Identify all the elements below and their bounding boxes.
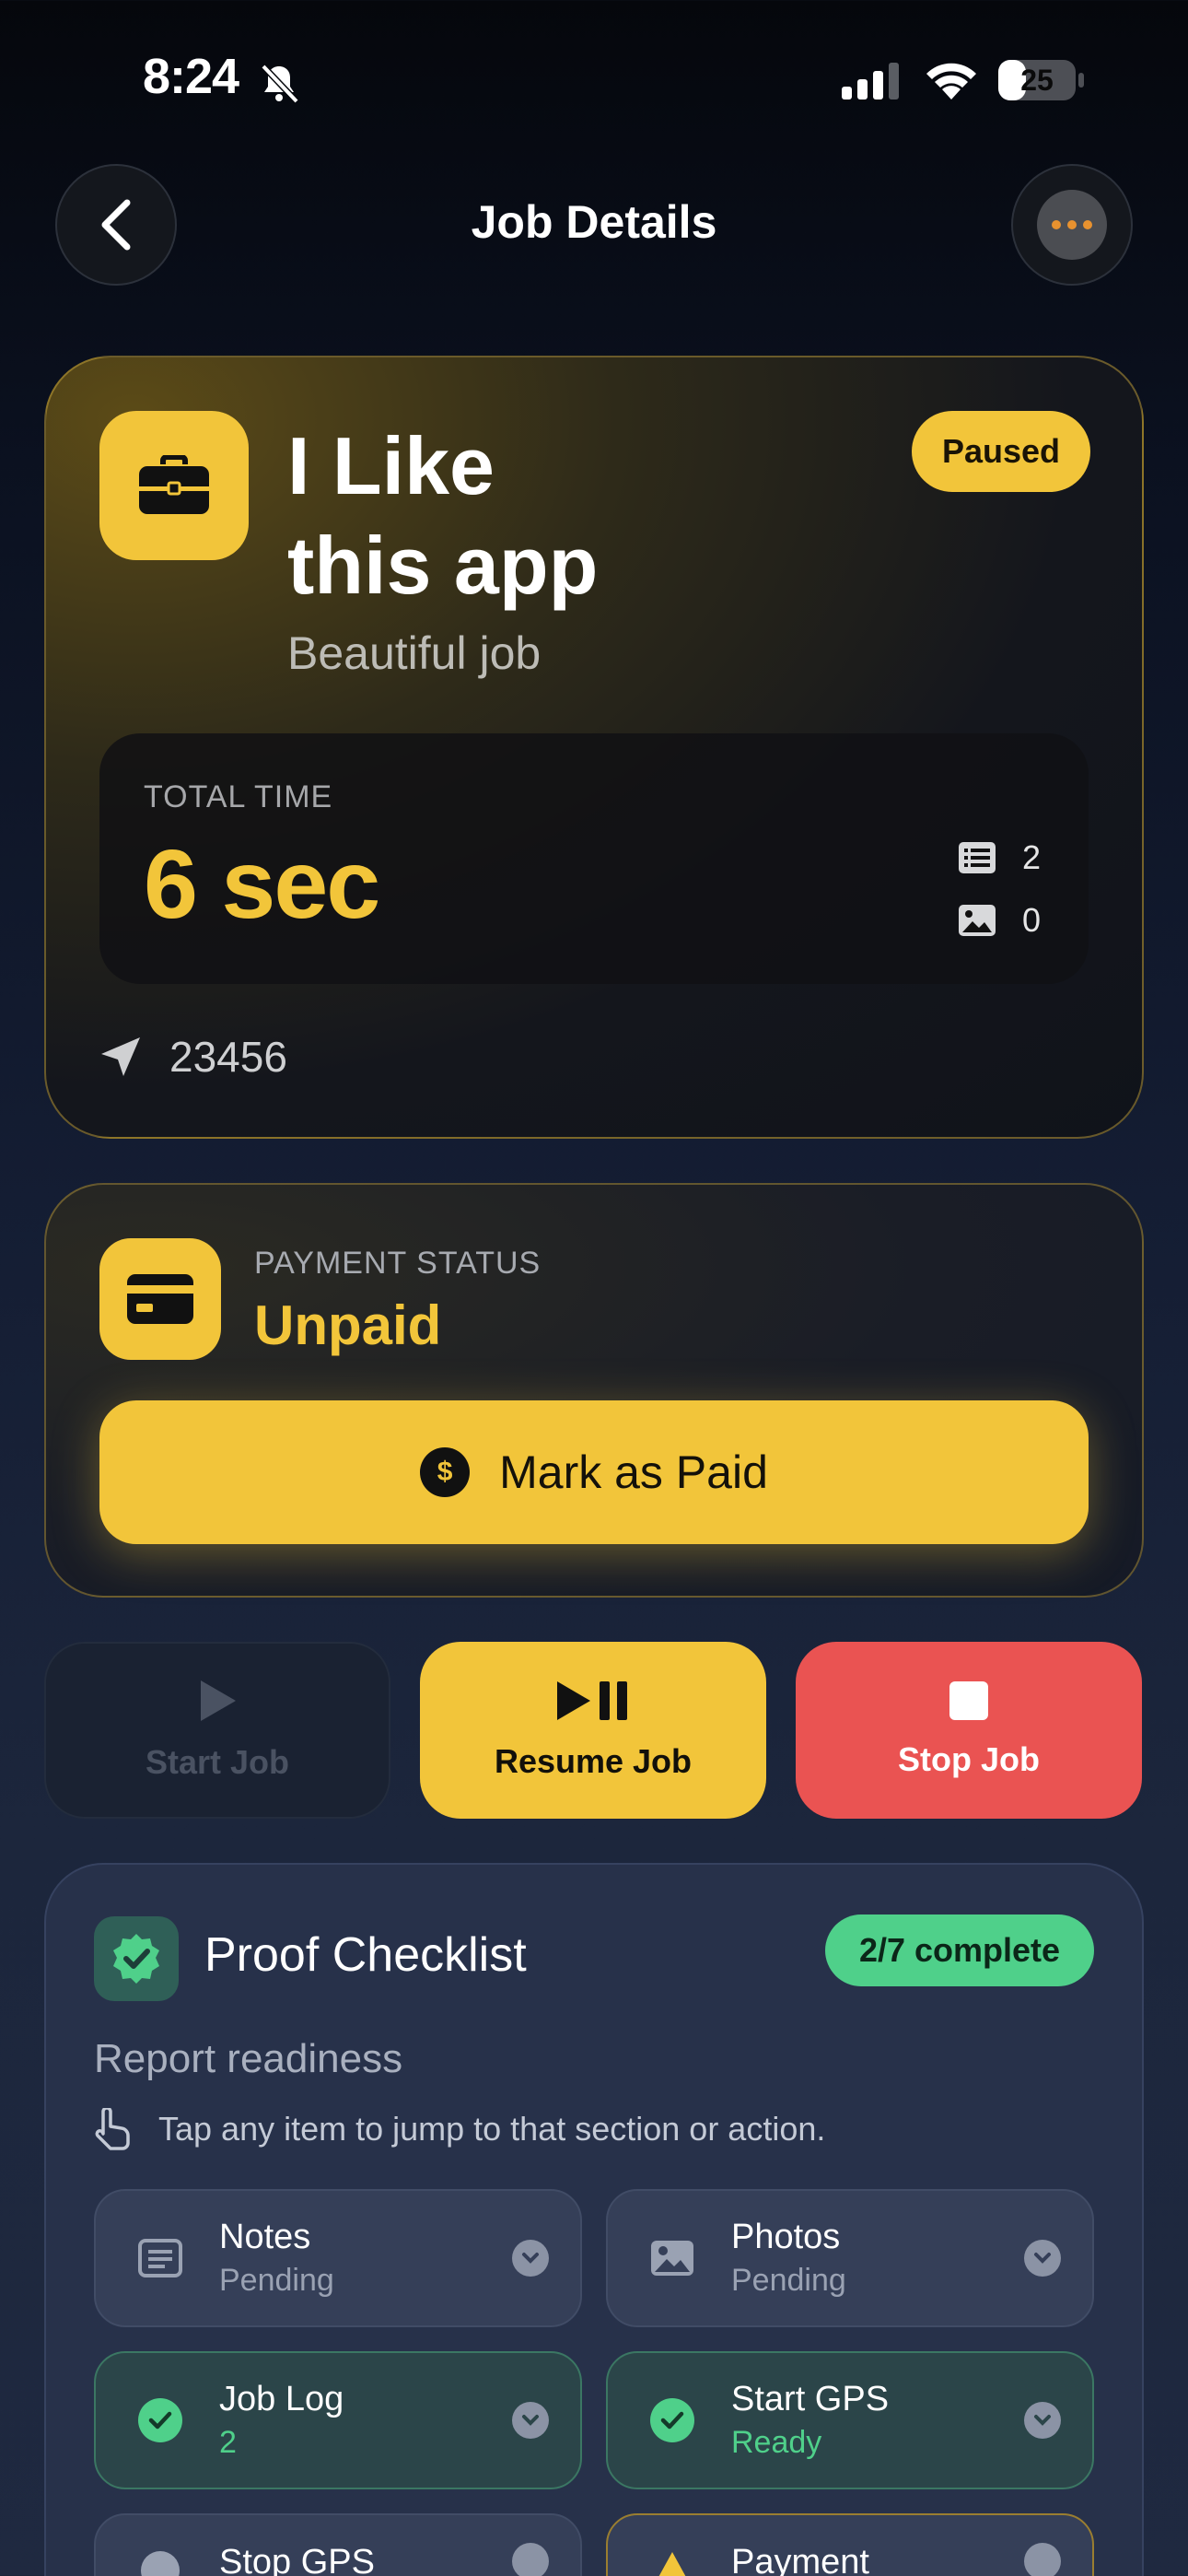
report-readiness-heading: Report readiness <box>94 2036 403 2081</box>
checklist-item-state: Pending <box>731 2263 846 2298</box>
job-subtitle: Beautiful job <box>287 627 542 679</box>
battery-level: 25 <box>1020 63 1054 97</box>
checklist-item-name: Start GPS <box>731 2380 890 2418</box>
checklist-hint-text: Tap any item to jump to that section or … <box>158 2110 826 2148</box>
checklist-item-name: Job Log <box>219 2380 344 2418</box>
dollar-coin-icon: $ <box>420 1447 471 1497</box>
checklist-item-name: Photos <box>731 2218 841 2256</box>
checklist-item-job-log[interactable]: Job Log 2 <box>94 2351 582 2489</box>
status-badge: Paused <box>912 411 1090 492</box>
warning-icon <box>645 2543 700 2576</box>
checklist-item-photos[interactable]: Photos Pending <box>606 2189 1094 2327</box>
photos-count: 0 <box>1022 901 1042 939</box>
job-icon-tile <box>99 411 249 560</box>
status-time: 8:24 <box>143 49 239 104</box>
more-options-button[interactable] <box>1011 164 1133 286</box>
job-title-line-2: this app <box>287 520 599 611</box>
chevron-down-icon <box>1024 2402 1061 2439</box>
resume-job-label: Resume Job <box>494 1742 693 1780</box>
checklist-item-start-gps[interactable]: Start GPS Ready <box>606 2351 1094 2489</box>
page-title: Job Details <box>471 196 717 248</box>
stop-job-button[interactable]: Stop Job <box>796 1642 1142 1819</box>
verified-badge-tile <box>94 1916 179 2001</box>
job-title: I Like this app <box>287 416 598 615</box>
start-job-button[interactable]: Start Job <box>44 1642 390 1819</box>
chevron-down-icon <box>1024 2240 1061 2277</box>
checklist-item-notes[interactable]: Notes Pending <box>94 2189 582 2327</box>
battery-indicator: 25 <box>997 59 1086 101</box>
location-row: 23456 <box>99 1032 287 1082</box>
notes-icon <box>133 2231 188 2286</box>
notes-list-icon <box>959 842 996 873</box>
chevron-down-icon <box>512 2543 549 2576</box>
photo-icon <box>959 905 996 936</box>
job-title-line-1: I Like <box>287 420 495 511</box>
stop-job-label: Stop Job <box>898 1740 1040 1778</box>
total-time-value: 6 sec <box>144 830 380 939</box>
check-icon <box>138 2398 182 2442</box>
checklist-item-state: 2 <box>219 2425 237 2460</box>
payment-status-label: PAYMENT STATUS <box>254 1246 542 1281</box>
checklist-hint: Tap any item to jump to that section or … <box>94 2108 825 2150</box>
checklist-item-stop-gps[interactable]: Stop GPS <box>94 2513 582 2576</box>
total-time-label: TOTAL TIME <box>144 779 333 814</box>
check-icon <box>650 2398 694 2442</box>
play-pause-icon <box>557 1681 627 1720</box>
photos-count-stat: 0 <box>958 901 1041 940</box>
chevron-down-icon <box>512 2240 549 2277</box>
cellular-signal-icon <box>842 63 899 100</box>
notes-count: 2 <box>1022 838 1042 876</box>
chevron-down-icon <box>512 2402 549 2439</box>
mark-as-paid-button[interactable]: $ Mark as Paid <box>99 1400 1089 1544</box>
verified-badge-icon <box>113 1934 159 1984</box>
stop-icon <box>949 1681 988 1720</box>
checklist-item-name: Notes <box>219 2218 311 2256</box>
checklist-title: Proof Checklist <box>204 1928 527 1982</box>
tap-hand-icon <box>95 2108 130 2150</box>
location-value: 23456 <box>169 1033 287 1081</box>
checklist-item-payment[interactable]: Payment <box>606 2513 1094 2576</box>
payment-status-value: Unpaid <box>254 1294 442 1356</box>
bell-muted-icon <box>261 64 299 104</box>
play-icon <box>201 1680 236 1721</box>
credit-card-icon <box>127 1274 193 1324</box>
photo-icon <box>645 2231 700 2286</box>
location-arrow-icon <box>101 1037 140 1076</box>
checklist-progress-badge: 2/7 complete <box>825 1914 1094 1986</box>
checklist-item-name: Payment <box>731 2543 869 2576</box>
resume-job-button[interactable]: Resume Job <box>420 1642 766 1819</box>
pending-icon <box>133 2543 188 2576</box>
checklist-item-state: Pending <box>219 2263 334 2298</box>
chevron-down-icon <box>1024 2543 1061 2576</box>
more-dots-icon <box>1037 190 1107 260</box>
wifi-icon <box>926 63 976 100</box>
briefcase-icon <box>139 455 209 514</box>
checklist-item-name: Stop GPS <box>219 2543 375 2576</box>
mark-as-paid-label: Mark as Paid <box>499 1446 768 1498</box>
notes-count-stat: 2 <box>958 838 1041 877</box>
start-job-label: Start Job <box>145 1743 290 1781</box>
checklist-item-state: Ready <box>731 2425 822 2460</box>
payment-icon-tile <box>99 1238 221 1360</box>
